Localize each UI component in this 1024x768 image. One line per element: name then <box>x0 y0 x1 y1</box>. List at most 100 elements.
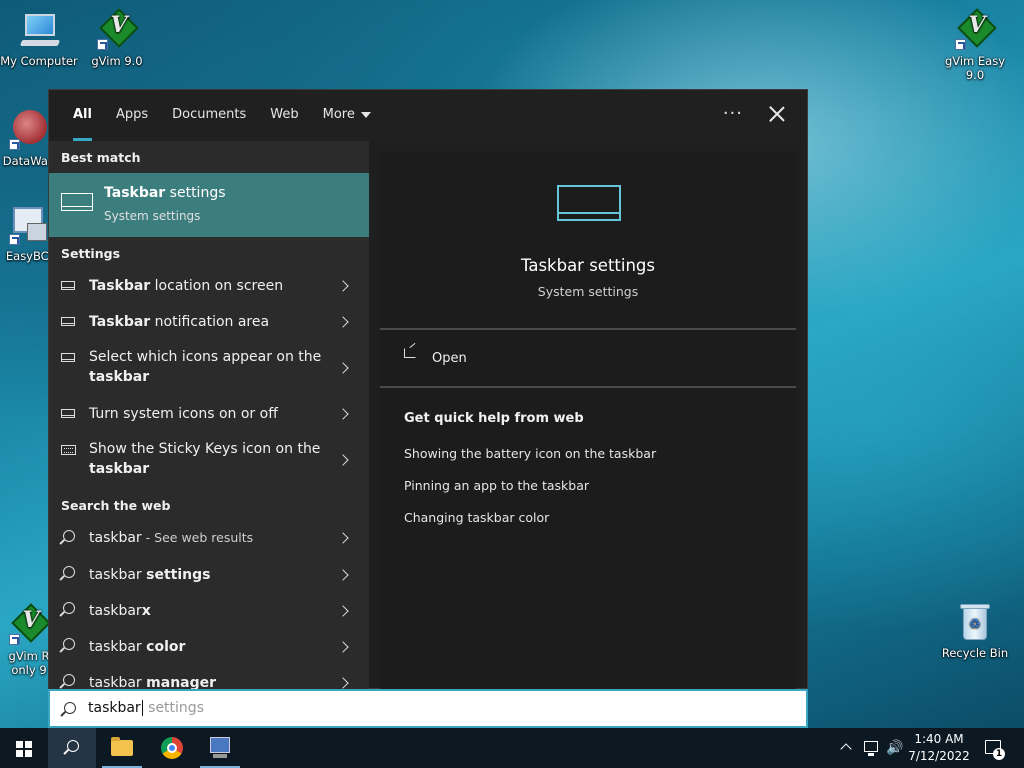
web-item-taskbar-manager[interactable]: taskbar manager <box>49 664 369 689</box>
best-match-subtitle: System settings <box>104 209 201 223</box>
tab-label: All <box>73 107 92 122</box>
chevron-right-icon <box>337 605 349 617</box>
taskbar-icon <box>61 281 75 290</box>
chevron-right-icon <box>337 408 349 420</box>
open-icon <box>404 348 416 358</box>
result-label: taskbar - See web results <box>89 530 254 546</box>
web-item-taskbar[interactable]: taskbar - See web results <box>49 520 369 556</box>
preview-title: Taskbar settings <box>520 256 656 275</box>
tab-web[interactable]: Web <box>258 90 310 141</box>
tab-all[interactable]: All <box>61 90 104 141</box>
text-cursor <box>141 700 143 716</box>
taskbar-chrome[interactable] <box>148 728 196 768</box>
shortcut-arrow-icon <box>9 634 20 645</box>
settings-item-select-icons[interactable]: Select which icons appear on the taskbar <box>49 339 369 395</box>
help-link-battery-icon[interactable]: Showing the battery icon on the taskbar <box>404 446 656 461</box>
settings-item-sticky-keys[interactable]: Show the Sticky Keys icon on the taskbar <box>49 431 369 487</box>
search-icon <box>64 702 76 714</box>
desktop-icon-label: Recycle Bin <box>941 646 1009 660</box>
network-icon[interactable] <box>864 741 878 756</box>
preview-pane: Taskbar settings System settings Open Ge… <box>380 152 796 689</box>
result-label: Show the Sticky Keys icon on the taskbar <box>89 441 321 477</box>
search-input[interactable]: taskbar settings <box>48 689 808 728</box>
search-suggestion: settings <box>143 700 204 716</box>
windows-logo-icon <box>16 741 32 757</box>
chevron-right-icon <box>337 569 349 581</box>
vim-icon: V <box>97 8 139 50</box>
shortcut-arrow-icon <box>955 39 966 50</box>
tab-label: Documents <box>172 107 247 122</box>
chevron-right-icon <box>337 316 349 328</box>
chevron-right-icon <box>337 454 349 466</box>
chevron-right-icon <box>337 280 349 292</box>
chevron-right-icon <box>337 532 349 544</box>
tab-documents[interactable]: Documents <box>160 90 258 141</box>
close-button[interactable] <box>765 102 789 126</box>
desktop-icon-gvim-easy[interactable]: V gVim Easy 9.0 <box>936 8 1014 82</box>
taskbar-icon <box>61 353 75 362</box>
taskbar: 🔊 1:40 AM 7/12/2022 1 <box>0 728 1024 768</box>
computer-icon <box>19 10 61 50</box>
show-hidden-icons-button[interactable] <box>840 743 852 755</box>
desktop-icon-gvim[interactable]: V gVim 9.0 <box>78 8 156 68</box>
taskbar-icon <box>61 317 75 326</box>
easybcd-icon <box>9 205 49 245</box>
taskbar-search-button[interactable] <box>48 728 96 768</box>
tab-apps[interactable]: Apps <box>104 90 160 141</box>
chevron-down-icon <box>360 111 371 118</box>
web-item-taskbarx[interactable]: taskbarx <box>49 592 369 628</box>
clock-time[interactable]: 1:40 AM <box>906 732 972 746</box>
chevron-right-icon <box>337 677 349 689</box>
taskbar-icon <box>61 409 75 418</box>
notification-badge: 1 <box>993 748 1005 760</box>
recycle-bin-icon: ♻ <box>960 602 990 640</box>
result-label: taskbar settings <box>89 567 211 583</box>
taskbar-app[interactable] <box>196 728 244 768</box>
tab-more[interactable]: More <box>311 90 383 141</box>
start-button[interactable] <box>0 728 48 768</box>
search-icon <box>63 674 75 686</box>
open-button[interactable]: Open <box>432 351 467 366</box>
tab-label: Web <box>270 107 299 122</box>
search-icon <box>63 602 75 614</box>
help-link-taskbar-color[interactable]: Changing taskbar color <box>404 510 549 525</box>
divider <box>380 328 796 330</box>
search-icon <box>63 530 75 542</box>
best-match-title: Taskbar settings <box>104 185 226 201</box>
shortcut-arrow-icon <box>9 234 20 245</box>
section-header-search-web: Search the web <box>61 498 171 513</box>
settings-item-location[interactable]: Taskbar location on screen <box>49 267 369 303</box>
search-icon <box>67 740 79 752</box>
vim-icon: V <box>9 603 51 645</box>
volume-icon[interactable]: 🔊 <box>886 740 903 756</box>
help-link-pinning-app[interactable]: Pinning an app to the taskbar <box>404 478 589 493</box>
desktop-icon-recycle-bin[interactable]: ♻ Recycle Bin <box>936 602 1014 660</box>
search-tabs: All Apps Documents Web More ··· <box>49 90 807 141</box>
web-item-taskbar-color[interactable]: taskbar color <box>49 628 369 664</box>
results-list: Best match Taskbar settings System setti… <box>49 141 369 689</box>
chevron-right-icon <box>337 362 349 374</box>
chrome-icon <box>161 737 183 759</box>
desktop-icon-label: My Computer <box>0 54 78 68</box>
result-label: Turn system icons on or off <box>89 406 278 422</box>
search-icon <box>63 638 75 650</box>
taskbar-icon <box>61 193 93 211</box>
search-panel: All Apps Documents Web More ··· Best mat… <box>48 89 808 689</box>
settings-item-system-icons[interactable]: Turn system icons on or off <box>49 395 369 431</box>
tab-label: More <box>322 107 355 122</box>
section-header-best-match: Best match <box>61 150 141 165</box>
help-section-title: Get quick help from web <box>404 411 584 426</box>
best-match-item[interactable]: Taskbar settings System settings <box>49 173 369 237</box>
web-item-taskbar-settings[interactable]: taskbar settings <box>49 556 369 592</box>
folder-icon <box>111 737 133 756</box>
desktop-icon-my-computer[interactable]: My Computer <box>0 10 78 68</box>
datawag-icon <box>9 110 49 150</box>
shortcut-arrow-icon <box>97 39 108 50</box>
more-options-button[interactable]: ··· <box>723 103 743 124</box>
clock-date[interactable]: 7/12/2022 <box>906 749 972 763</box>
taskbar-file-explorer[interactable] <box>98 728 146 768</box>
tab-label: Apps <box>115 107 149 122</box>
settings-item-notification-area[interactable]: Taskbar notification area <box>49 303 369 339</box>
result-label: taskbar manager <box>89 675 217 689</box>
result-label: taskbarx <box>89 603 151 619</box>
